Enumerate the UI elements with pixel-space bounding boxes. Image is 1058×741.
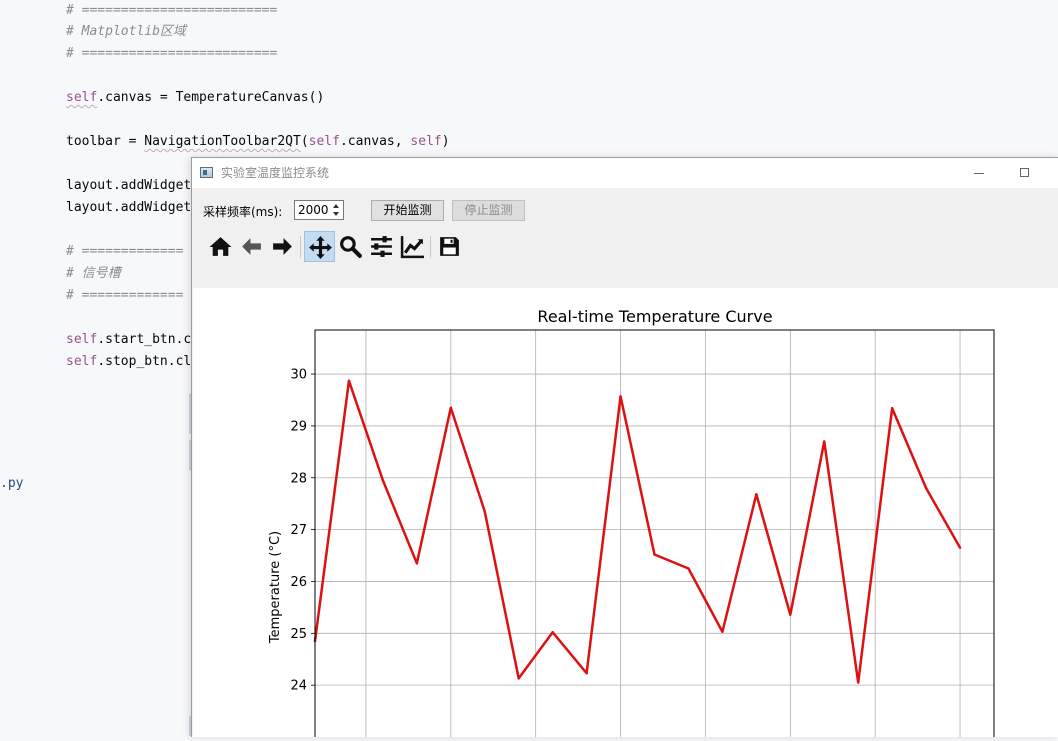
code-comment-line: # 信号槽 (66, 266, 121, 281)
chart-series (313, 379, 962, 684)
control-bar: 采样频率(ms): 2000 开始监测 停止监测 (192, 198, 1058, 224)
y-tick-label: 30 (290, 368, 307, 383)
self-keyword: self (308, 134, 340, 149)
code-comment-line: # ========================= (66, 46, 278, 61)
app-icon (200, 167, 213, 178)
code-line-start-btn: self.start_btn.c (66, 329, 191, 351)
data-point (890, 407, 894, 410)
spin-up-icon[interactable] (330, 202, 342, 210)
code-line-stop-btn: self.stop_btn.cl (66, 351, 191, 373)
y-axis-label: Temperature (°C) (268, 531, 283, 644)
data-point (924, 486, 928, 490)
code-text: toolbar = (66, 134, 145, 149)
chart-axes: 2.55.07.510.012.515.017.520.024252627282… (290, 329, 995, 740)
sampling-rate-spinbox[interactable]: 2000 (294, 200, 344, 220)
code-text: .start_btn.c (97, 332, 192, 347)
self-keyword: self (66, 332, 98, 347)
navigation-toolbar (200, 230, 500, 264)
save-icon[interactable] (434, 231, 465, 262)
code-text: .canvas, (339, 134, 411, 149)
zoom-icon[interactable] (335, 231, 366, 262)
data-point (619, 395, 622, 398)
data-point (823, 440, 826, 443)
code-comment-line: # ========================= (66, 3, 278, 18)
y-tick-label: 24 (290, 679, 307, 694)
data-point (449, 406, 452, 409)
code-text: ( (300, 134, 309, 149)
chart-title: Real-time Temperature Curve (537, 307, 772, 326)
code-line-toolbar: toolbar = NavigationToolbar2QT(self.canv… (66, 131, 450, 153)
data-point (857, 681, 860, 684)
code-line-canvas: self.canvas = TemperatureCanvas() (66, 87, 324, 109)
data-point (347, 379, 351, 383)
code-comment-line: # Matplotlib区域 (66, 24, 186, 39)
window-titlebar[interactable]: 实验室温度监控系统 (192, 158, 1058, 188)
data-point (755, 493, 758, 496)
subplots-icon[interactable] (366, 231, 397, 262)
plot-frame (314, 329, 995, 740)
toolbar-separator (300, 236, 301, 258)
self-keyword: self (66, 90, 98, 105)
data-point (958, 546, 962, 549)
code-text: .stop_btn.cl (97, 354, 192, 369)
data-point (789, 613, 792, 616)
window-title: 实验室温度监控系统 (221, 166, 330, 180)
data-point (483, 510, 486, 513)
customize-icon[interactable] (397, 231, 428, 262)
data-point (517, 677, 520, 680)
code-line: layout.addWidget (66, 178, 192, 193)
spin-down-icon[interactable] (330, 210, 342, 218)
spin-arrows (330, 202, 342, 218)
self-keyword: self (410, 134, 442, 149)
code-text: .canvas = TemperatureCanvas() (97, 90, 325, 105)
code-comment-line: # ============= (66, 288, 184, 303)
code-line: layout.addWidget (66, 200, 192, 215)
maximize-button[interactable] (1002, 158, 1048, 188)
code-text: ) (441, 134, 450, 149)
app-window: 实验室温度监控系统 采样频率(ms): 2000 开始监测 停止监测 Real-… (191, 157, 1058, 740)
temperature-chart[interactable]: Real-time Temperature Curve Temperature … (193, 288, 1058, 740)
file-name-fragment[interactable]: .py (0, 473, 23, 495)
y-tick-label: 28 (290, 471, 307, 486)
code-comment-line: # ============= (66, 244, 184, 259)
data-point (653, 553, 656, 556)
data-point (551, 631, 554, 634)
self-keyword: self (66, 354, 98, 369)
y-tick-label: 27 (290, 523, 307, 538)
sampling-rate-label: 采样频率(ms): (203, 205, 283, 219)
y-tick-label: 26 (290, 575, 307, 590)
data-point (721, 630, 724, 633)
y-tick-label: 29 (290, 419, 307, 434)
pan-icon[interactable] (304, 231, 335, 262)
sampling-rate-value[interactable]: 2000 (298, 203, 329, 217)
plot-canvas[interactable]: Real-time Temperature Curve Temperature … (193, 288, 1058, 740)
start-monitor-button[interactable]: 开始监测 (371, 200, 444, 221)
stop-monitor-button[interactable]: 停止监测 (452, 200, 525, 221)
y-tick-label: 25 (290, 627, 307, 642)
chart-grid (315, 330, 994, 737)
forward-icon[interactable] (267, 231, 298, 262)
home-icon[interactable] (205, 231, 236, 262)
data-point (381, 479, 385, 482)
back-icon[interactable] (236, 231, 267, 262)
data-point (585, 672, 588, 675)
minimize-button[interactable] (956, 158, 1002, 188)
data-point (687, 567, 690, 570)
toolbar-separator (430, 236, 431, 258)
data-point (415, 562, 419, 565)
code-call: NavigationToolbar2QT (144, 134, 301, 149)
